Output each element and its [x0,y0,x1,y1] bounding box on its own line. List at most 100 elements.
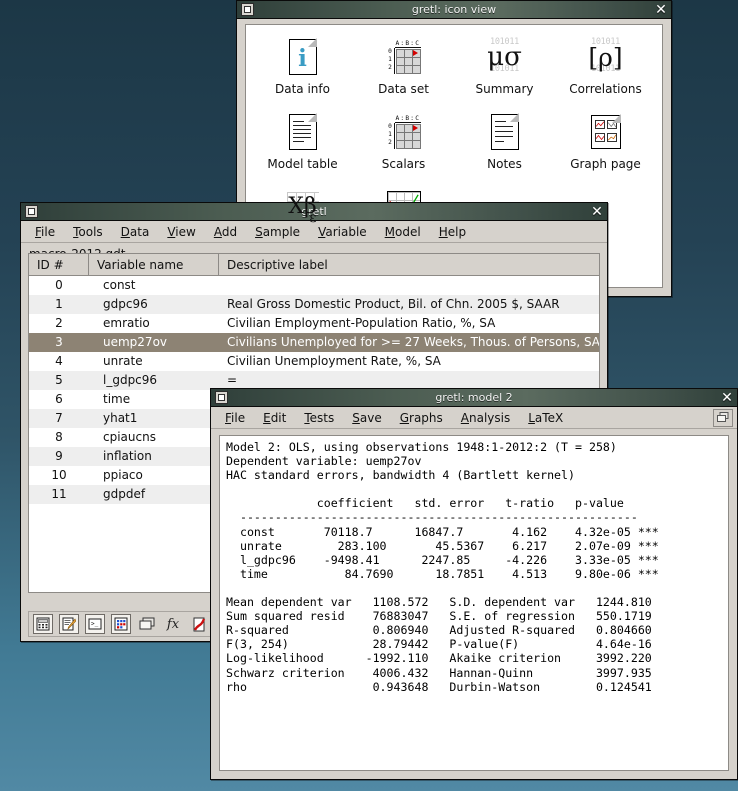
model-window-titlebar[interactable]: gretl: model 2 ✕ [211,389,737,407]
edit-script-icon[interactable] [59,614,79,634]
menu-file[interactable]: File [27,223,63,241]
menu-file-rest: ile [41,225,55,239]
detach-window-icon[interactable] [713,409,733,427]
model-output-panel[interactable]: Model 2: OLS, using observations 1948:1-… [219,435,729,771]
restore-icon[interactable] [215,391,228,404]
model-menu-edit-accel: E [263,411,271,425]
pdf-icon[interactable] [189,614,209,634]
model-menu-edit[interactable]: Edit [255,409,294,427]
menu-sample[interactable]: Sample [247,223,308,241]
table-row[interactable]: 2 emratio Civilian Employment-Population… [29,314,599,333]
scalars-icon-rows: 012 [387,123,395,149]
close-icon[interactable]: ✕ [653,2,669,18]
icon-label: Data set [378,82,429,96]
icon-label: Notes [487,157,522,171]
icon-item-correlations[interactable]: 101011 101011 [ρ] Correlations [555,35,656,106]
data-info-icon: i [289,35,317,79]
correlations-icon-glyph: [ρ] [588,45,622,70]
menu-add-rest: dd [222,225,237,239]
function-fx-icon[interactable]: fx [163,614,183,634]
row-id: 6 [29,390,89,409]
restore-icon[interactable] [241,3,254,16]
svg-text:>_: >_ [91,621,99,628]
console-icon[interactable]: >_ [85,614,105,634]
menu-sample-accel: S [255,225,263,239]
model-table-icon [289,110,317,154]
graph-page-icon [591,110,621,154]
close-icon[interactable]: ✕ [719,390,735,406]
menu-tools[interactable]: Tools [65,223,111,241]
icon-item-scalars[interactable]: A:B:C 012 Scalars [353,110,454,181]
menu-help[interactable]: Help [431,223,474,241]
row-name: gdpc96 [89,295,219,314]
model-menu-edit-rest: dit [271,411,287,425]
model-menu-analysis-accel: A [461,411,469,425]
row-id: 3 [29,333,89,352]
row-name: const [89,276,219,295]
model-menu-graphs-rest: raphs [409,411,443,425]
model-menu-tests[interactable]: Tests [296,409,342,427]
notes-icon [491,110,519,154]
icon-item-model-table[interactable]: Model table [252,110,353,181]
icon-item-graph-page[interactable]: Graph page [555,110,656,181]
icon-view-titlebar[interactable]: gretl: icon view ✕ [237,1,671,19]
menu-model-rest: odel [395,225,421,239]
row-id: 4 [29,352,89,371]
menu-model-accel: M [385,225,395,239]
row-name: l_gdpc96 [89,371,219,390]
icon-label: Scalars [382,157,425,171]
windows-icon[interactable] [137,614,157,634]
column-header-desc: Descriptive label [219,254,599,275]
icon-item-notes[interactable]: Notes [454,110,555,181]
model-menubar: File Edit Tests Save Graphs Analysis LaT… [211,407,737,429]
model-menu-latex[interactable]: LaTeX [520,409,571,427]
menu-data[interactable]: Data [113,223,158,241]
row-name: time [89,390,219,409]
menu-help-accel: H [439,225,448,239]
row-desc: Civilian Unemployment Rate, %, SA [219,352,599,371]
row-id: 5 [29,371,89,390]
row-desc: Real Gross Domestic Product, Bil. of Chn… [219,295,599,314]
model-window-title: gretl: model 2 [211,391,737,404]
table-row[interactable]: 4 unrate Civilian Unemployment Rate, %, … [29,352,599,371]
model-output-text: Model 2: OLS, using observations 1948:1-… [226,440,722,694]
row-name: unrate [89,352,219,371]
table-row-selected[interactable]: 3 uemp27ov Civilians Unemployed for >= 2… [29,333,599,352]
model-menu-file[interactable]: File [217,409,253,427]
icon-item-data-set[interactable]: A:B:C 012 Data set [353,35,454,106]
model-menu-analysis[interactable]: Analysis [453,409,518,427]
scalars-icon: A:B:C 012 [387,110,421,154]
close-icon[interactable]: ✕ [589,204,605,220]
fx-label: fx [167,617,179,632]
model-menu-tests-rest: ests [310,411,335,425]
table-row[interactable]: 0 const [29,276,599,295]
model-menu-latex-accel: L [528,411,535,425]
row-name: cpiaucns [89,428,219,447]
icon-item-summary[interactable]: 101011 101011 μσ Summary [454,35,555,106]
calculator-icon[interactable] [33,614,53,634]
model-menu-graphs[interactable]: Graphs [392,409,451,427]
restore-icon[interactable] [25,205,38,218]
icon-item-data-info[interactable]: i Data info [252,35,353,106]
variable-list-header: ID # Variable name Descriptive label [29,254,599,276]
menu-model[interactable]: Model [377,223,429,241]
menu-tools-rest: ools [78,225,102,239]
menu-variable[interactable]: Variable [310,223,375,241]
menu-view[interactable]: View [159,223,203,241]
row-id: 1 [29,295,89,314]
menu-add[interactable]: Add [206,223,245,241]
scalars-icon-cols: A:B:C [395,115,421,123]
icon-label: Graph page [570,157,641,171]
row-name: uemp27ov [89,333,219,352]
matrix-icon[interactable] [111,614,131,634]
menu-data-accel: D [121,225,130,239]
column-header-name: Variable name [89,254,219,275]
row-id: 0 [29,276,89,295]
row-id: 9 [29,447,89,466]
table-row[interactable]: 1 gdpc96 Real Gross Domestic Product, Bi… [29,295,599,314]
model-menu-save[interactable]: Save [344,409,389,427]
model-menu-file-rest: ile [231,411,245,425]
row-name: gdpdef [89,485,219,504]
model-menu-analysis-rest: nalysis [469,411,510,425]
summary-icon-glyph: μσ [487,44,522,70]
